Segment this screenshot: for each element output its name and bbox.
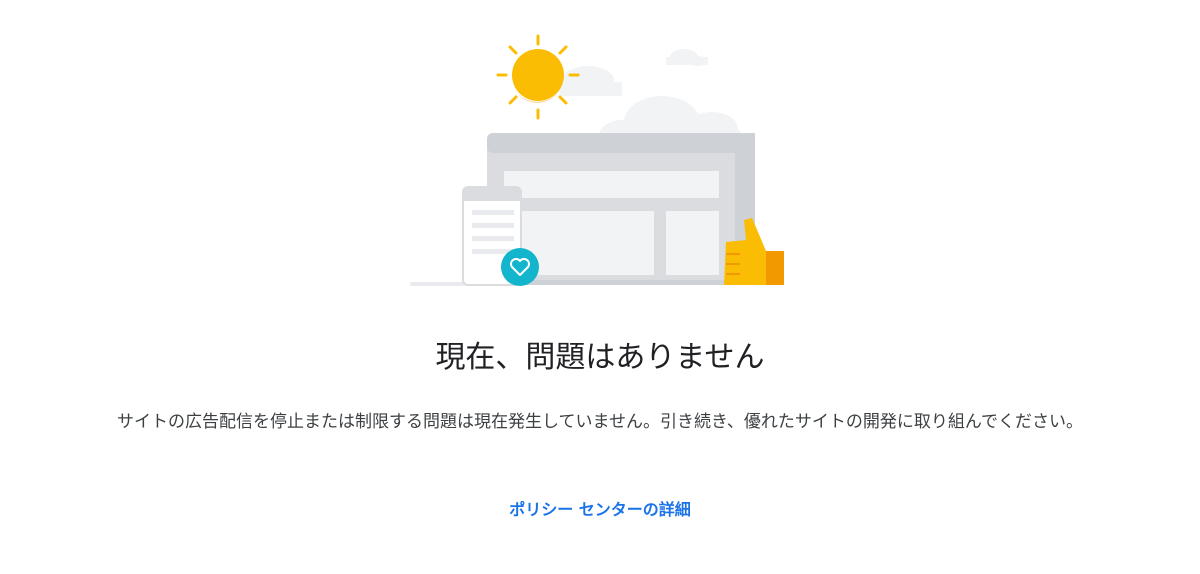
policy-center-link[interactable]: ポリシー センターの詳細 <box>0 497 1200 523</box>
page-title: 現在、問題はありません <box>435 340 765 375</box>
no-issues-illustration <box>400 30 800 295</box>
cloud-icon <box>666 49 708 66</box>
status-description: サイトの広告配信を停止または制限する問題は現在発生していません。引き続き、優れた… <box>117 412 1083 432</box>
heart-icon <box>501 248 539 286</box>
